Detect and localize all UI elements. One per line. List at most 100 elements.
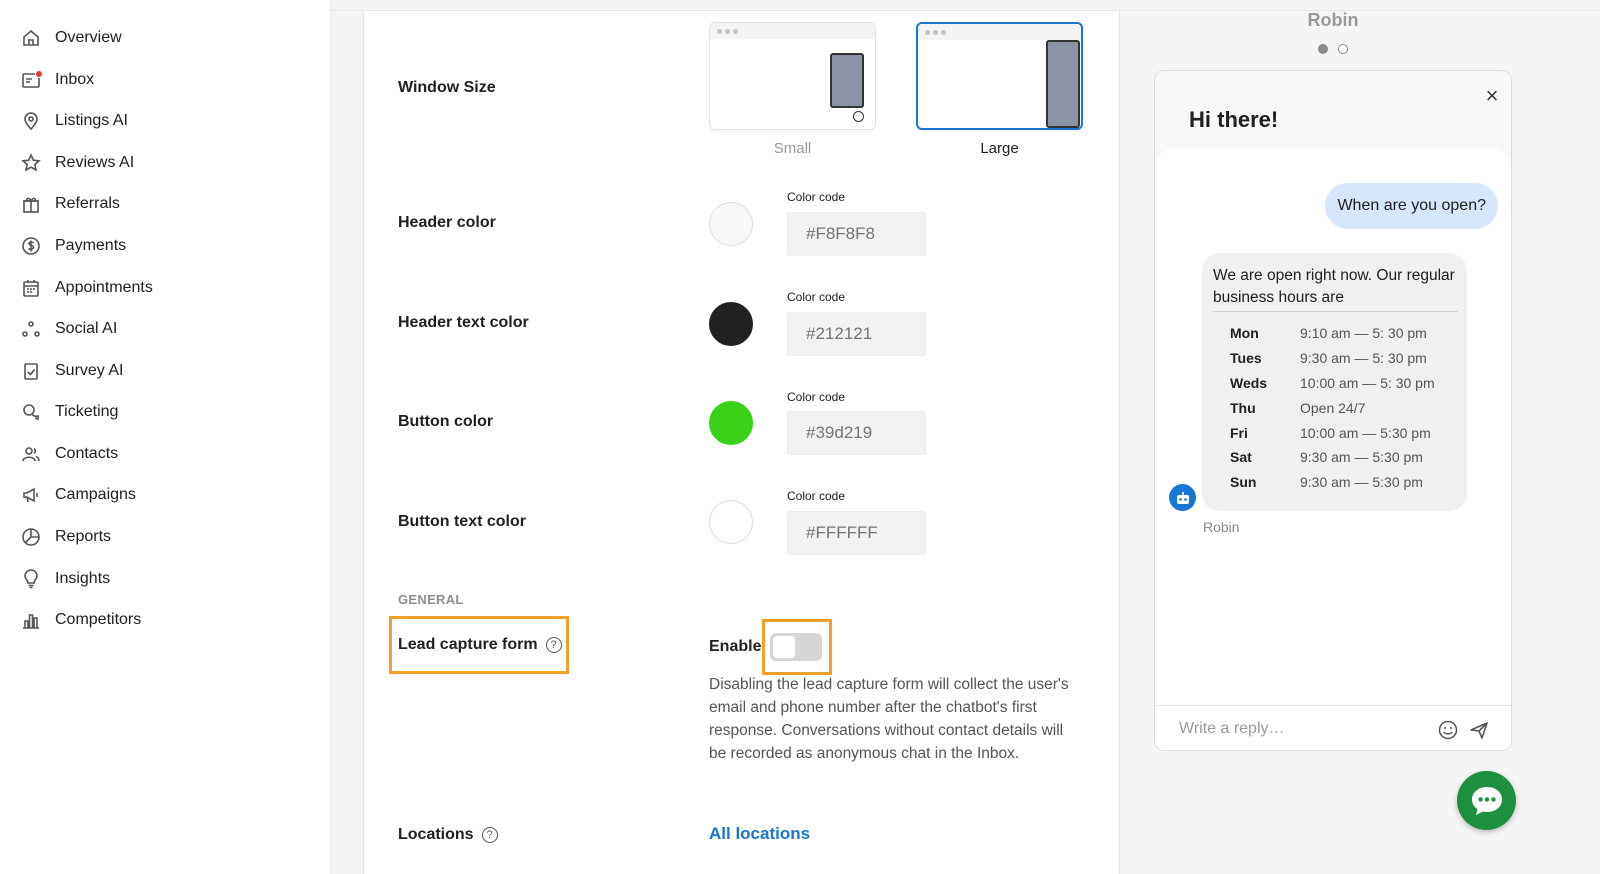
all-locations-link[interactable]: All locations (709, 824, 810, 844)
button-text-color-input[interactable] (787, 511, 926, 555)
header-text-color-input[interactable] (787, 312, 926, 356)
notification-dot (35, 70, 43, 78)
send-icon[interactable] (1468, 719, 1490, 741)
sidebar-item-contacts[interactable]: Contacts (20, 439, 118, 469)
sidebar-item-campaigns[interactable]: Campaigns (20, 480, 136, 510)
sidebar-item-label: Social AI (55, 320, 118, 337)
sidebar: Overview Inbox Listings AI Reviews AI Re… (0, 0, 331, 874)
lightbulb-icon (20, 568, 42, 590)
sidebar-item-reports[interactable]: Reports (20, 522, 111, 552)
sidebar-item-label: Insights (55, 570, 111, 587)
locations-label: Locations? (398, 826, 498, 844)
chat-body: When are you open? We are open right now… (1155, 149, 1511, 705)
chat-launcher-button[interactable] (1457, 771, 1516, 830)
window-size-small-label: Small (773, 140, 812, 157)
button-text-color-swatch[interactable] (709, 500, 753, 544)
header-color-swatch[interactable] (709, 202, 753, 246)
window-size-small-option[interactable] (709, 22, 876, 130)
sidebar-item-insights[interactable]: Insights (20, 564, 110, 594)
general-section-caption: GENERAL (398, 592, 464, 607)
enable-label: Enable (709, 638, 762, 655)
button-color-input[interactable] (787, 411, 926, 455)
sidebar-item-referrals[interactable]: Referrals (20, 189, 120, 219)
hours-row: Mon 9:10 am — 5: 30 pm (1230, 321, 1435, 346)
sidebar-item-label: Inbox (55, 71, 95, 88)
hours-day: Mon (1230, 325, 1259, 342)
lead-capture-label-text: Lead capture form (398, 636, 538, 653)
hours-time: 10:00 am — 5: 30 pm (1300, 374, 1435, 391)
chat-greeting: Hi there! (1189, 107, 1279, 132)
sidebar-item-ticketing[interactable]: Ticketing (20, 397, 118, 427)
button-color-swatch[interactable] (709, 401, 753, 445)
hours-row: Tues 9:30 am — 5: 30 pm (1230, 346, 1435, 371)
pie-chart-icon (20, 526, 42, 548)
sidebar-item-payments[interactable]: Payments (20, 231, 126, 261)
hours-row: Sun 9:30 am — 5:30 pm (1230, 470, 1435, 495)
color-code-caption: Color code (787, 290, 846, 304)
bot-intro-text: We are open right now. Our regular busin… (1213, 265, 1458, 312)
calendar-icon (20, 277, 42, 299)
small-window-preview (830, 53, 864, 108)
hours-row: Fri 10:00 am — 5:30 pm (1230, 420, 1435, 445)
color-code-caption: Color code (787, 390, 846, 404)
home-icon (20, 27, 42, 49)
robot-icon (1169, 484, 1196, 511)
window-size-large-label: Large (980, 140, 1019, 157)
chat-window-preview: × Hi there! When are you open? We are op… (1154, 70, 1512, 751)
sidebar-item-survey-ai[interactable]: Survey AI (20, 356, 123, 386)
locations-label-text: Locations (398, 826, 474, 843)
color-code-caption: Color code (787, 190, 846, 204)
sidebar-item-inbox[interactable]: Inbox (20, 65, 94, 95)
sidebar-item-overview[interactable]: Overview (20, 23, 122, 53)
bot-message: We are open right now. Our regular busin… (1202, 253, 1467, 511)
button-text-color-label: Button text color (398, 513, 526, 530)
share-nodes-icon (20, 318, 42, 340)
hours-day: Sun (1230, 474, 1257, 491)
sidebar-item-label: Overview (55, 29, 122, 46)
window-size-large-option[interactable] (916, 22, 1083, 130)
lead-capture-description: Disabling the lead capture form will col… (709, 676, 1069, 762)
carousel-dot[interactable] (1338, 44, 1348, 54)
bar-chart-icon (20, 609, 42, 631)
help-icon[interactable]: ? (481, 826, 498, 843)
sidebar-item-reviews-ai[interactable]: Reviews AI (20, 148, 134, 178)
sidebar-item-label: Contacts (55, 445, 119, 462)
sidebar-item-label: Competitors (55, 611, 142, 628)
preview-agent-name: Robin (1307, 10, 1359, 30)
sidebar-item-label: Appointments (55, 279, 153, 296)
chat-bubbles-icon (20, 401, 42, 423)
sidebar-item-label: Campaigns (55, 486, 136, 503)
sidebar-item-appointments[interactable]: Appointments (20, 273, 153, 303)
megaphone-icon (20, 484, 42, 506)
hours-time: 9:10 am — 5: 30 pm (1300, 325, 1427, 342)
hours-day: Fri (1230, 424, 1248, 441)
header-color-input[interactable] (787, 212, 926, 256)
emoji-icon[interactable] (1437, 719, 1459, 741)
sidebar-item-label: Listings AI (55, 112, 128, 129)
sidebar-item-label: Reviews AI (55, 154, 135, 171)
location-pin-icon (20, 110, 42, 132)
hours-row: Thu Open 24/7 (1230, 395, 1435, 420)
sidebar-item-social-ai[interactable]: Social AI (20, 314, 117, 344)
chat-bubble-icon (1471, 786, 1502, 815)
help-icon[interactable]: ? (545, 636, 562, 653)
reply-input[interactable] (1179, 716, 1429, 742)
hours-day: Tues (1230, 350, 1262, 367)
lead-capture-form-label: Lead capture form? (398, 636, 562, 654)
hours-time: 9:30 am — 5: 30 pm (1300, 350, 1427, 367)
users-icon (20, 443, 42, 465)
button-color-label: Button color (398, 413, 494, 430)
user-message: When are you open? (1325, 183, 1498, 229)
carousel-dot-active[interactable] (1318, 44, 1328, 54)
hours-day: Weds (1230, 374, 1268, 391)
sidebar-item-competitors[interactable]: Competitors (20, 605, 141, 635)
sidebar-item-label: Reports (55, 528, 112, 545)
chat-footer (1155, 705, 1511, 750)
bot-name-caption: Robin (1203, 519, 1240, 535)
header-text-color-swatch[interactable] (709, 302, 753, 346)
hours-day: Sat (1230, 449, 1252, 466)
close-icon[interactable]: × (1481, 85, 1503, 107)
lead-capture-toggle[interactable] (770, 633, 822, 661)
hours-time: 9:30 am — 5:30 pm (1300, 474, 1423, 491)
sidebar-item-listings-ai[interactable]: Listings AI (20, 106, 128, 136)
